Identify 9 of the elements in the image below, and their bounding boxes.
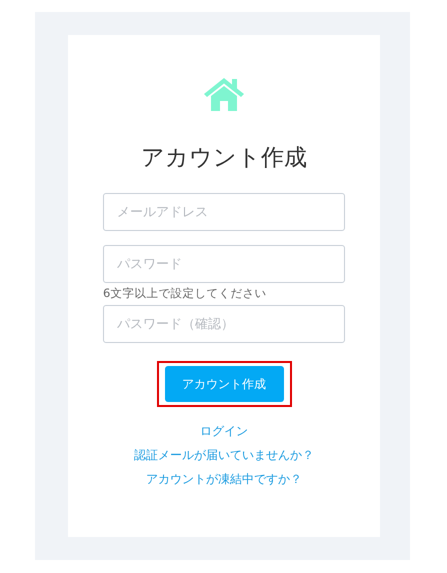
link[interactable]: アカウントが凍結中ですか？ <box>146 471 302 488</box>
link[interactable]: 認証メールが届いていませんか？ <box>134 447 314 464</box>
input-field[interactable]: パスワード <box>103 245 345 283</box>
create-account-button[interactable]: アカウント作成 <box>164 366 284 402</box>
hint-text: 6文字以上で設定してください <box>103 286 268 301</box>
input-field[interactable]: メールアドレス <box>103 193 345 231</box>
link[interactable]: ログイン <box>200 423 248 440</box>
page-title: アカウント作成 <box>141 144 307 173</box>
input-field[interactable]: パスワード（確認） <box>103 305 345 343</box>
